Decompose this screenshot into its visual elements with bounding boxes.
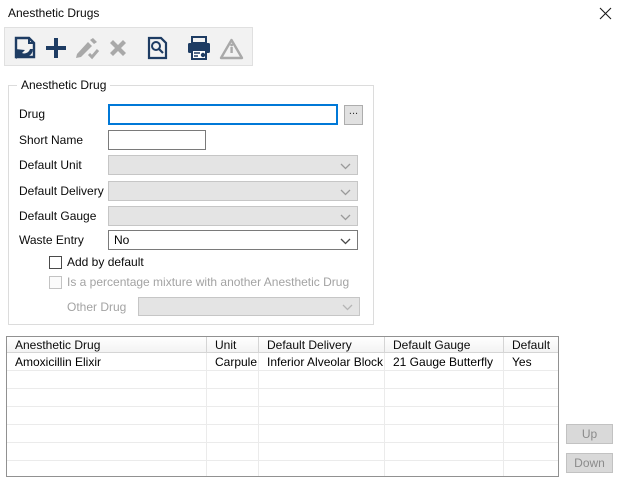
table-cell[interactable]: 21 Gauge Butterfly [385, 353, 504, 370]
anesthetic-drug-group: Anesthetic Drug Drug ... Short Name Defa… [8, 85, 374, 325]
delete-icon [106, 37, 130, 59]
table-cell [385, 407, 504, 424]
chevron-down-icon [340, 163, 351, 170]
chevron-down-icon [340, 238, 351, 245]
col-anesthetic-drug[interactable]: Anesthetic Drug [7, 337, 207, 352]
table-cell [259, 443, 385, 460]
table-empty-row [7, 407, 558, 425]
table-cell [7, 407, 207, 424]
table-cell [259, 407, 385, 424]
table-cell [385, 443, 504, 460]
waste-entry-label: Waste Entry [19, 233, 84, 247]
drug-input[interactable] [108, 104, 338, 125]
up-button: Up [566, 424, 613, 444]
table-cell[interactable]: Carpule [207, 353, 259, 370]
table-empty-row [7, 371, 558, 389]
table-cell [504, 407, 558, 424]
down-button: Down [566, 453, 613, 473]
table-cell [385, 389, 504, 406]
table-cell [504, 389, 558, 406]
default-unit-label: Default Unit [19, 158, 82, 172]
drug-label: Drug [19, 107, 45, 121]
default-unit-select [108, 155, 358, 175]
col-default[interactable]: Default [504, 337, 558, 352]
table-empty-row [7, 461, 558, 477]
print-icon[interactable] [185, 36, 213, 60]
default-gauge-select [108, 206, 358, 226]
add-icon[interactable] [43, 36, 69, 60]
col-default-gauge[interactable]: Default Gauge [385, 337, 504, 352]
table-cell [259, 461, 385, 477]
short-name-label: Short Name [19, 133, 83, 147]
col-unit[interactable]: Unit [207, 337, 259, 352]
toolbar [4, 27, 253, 66]
table-cell[interactable]: Inferior Alveolar Block [259, 353, 385, 370]
table-empty-row [7, 389, 558, 407]
table-cell [504, 371, 558, 388]
drug-browse-button[interactable]: ... [344, 105, 363, 125]
other-drug-label: Other Drug [67, 300, 126, 314]
table-cell [7, 461, 207, 477]
table-cell [259, 425, 385, 442]
short-name-input[interactable] [108, 130, 206, 150]
list-header: Anesthetic Drug Unit Default Delivery De… [7, 337, 558, 353]
list-body: Amoxicillin ElixirCarpuleInferior Alveol… [7, 353, 558, 477]
table-cell [207, 425, 259, 442]
table-cell [385, 425, 504, 442]
add-by-default-checkbox[interactable] [49, 256, 62, 269]
table-row[interactable]: Amoxicillin ElixirCarpuleInferior Alveol… [7, 353, 558, 371]
alert-icon [218, 37, 244, 60]
close-icon [599, 7, 612, 20]
table-cell [259, 389, 385, 406]
chevron-down-icon [340, 189, 351, 196]
table-cell [7, 371, 207, 388]
col-default-delivery[interactable]: Default Delivery [259, 337, 385, 352]
default-delivery-label: Default Delivery [19, 184, 104, 198]
other-drug-select [138, 297, 360, 316]
anesthetic-drugs-dialog: Anesthetic Drugs [0, 0, 622, 482]
table-cell [207, 443, 259, 460]
percentage-mixture-label: Is a percentage mixture with another Ane… [67, 275, 349, 289]
group-title: Anesthetic Drug [17, 78, 110, 92]
table-cell [504, 443, 558, 460]
table-cell [385, 371, 504, 388]
edit-icon [73, 36, 101, 60]
anesthetic-drug-list: Anesthetic Drug Unit Default Delivery De… [6, 336, 559, 477]
table-empty-row [7, 443, 558, 461]
chevron-down-icon [340, 214, 351, 221]
close-button[interactable] [588, 0, 622, 26]
table-empty-row [7, 425, 558, 443]
table-cell [207, 389, 259, 406]
window-title: Anesthetic Drugs [8, 6, 99, 20]
table-cell [385, 461, 504, 477]
table-cell [7, 425, 207, 442]
table-cell [207, 461, 259, 477]
table-cell [259, 371, 385, 388]
chevron-down-icon [342, 304, 353, 311]
default-gauge-label: Default Gauge [19, 209, 96, 223]
table-cell [7, 389, 207, 406]
preview-icon[interactable] [146, 35, 168, 60]
open-drug-icon[interactable] [11, 34, 39, 61]
percentage-mixture-checkbox [49, 276, 62, 289]
table-cell [7, 443, 207, 460]
table-cell [504, 461, 558, 477]
table-cell [207, 371, 259, 388]
table-cell [504, 425, 558, 442]
add-by-default-label: Add by default [67, 255, 144, 269]
table-cell[interactable]: Amoxicillin Elixir [7, 353, 207, 370]
default-delivery-select [108, 181, 358, 201]
waste-entry-select[interactable]: No [108, 230, 358, 250]
table-cell[interactable]: Yes [504, 353, 558, 370]
table-cell [207, 407, 259, 424]
